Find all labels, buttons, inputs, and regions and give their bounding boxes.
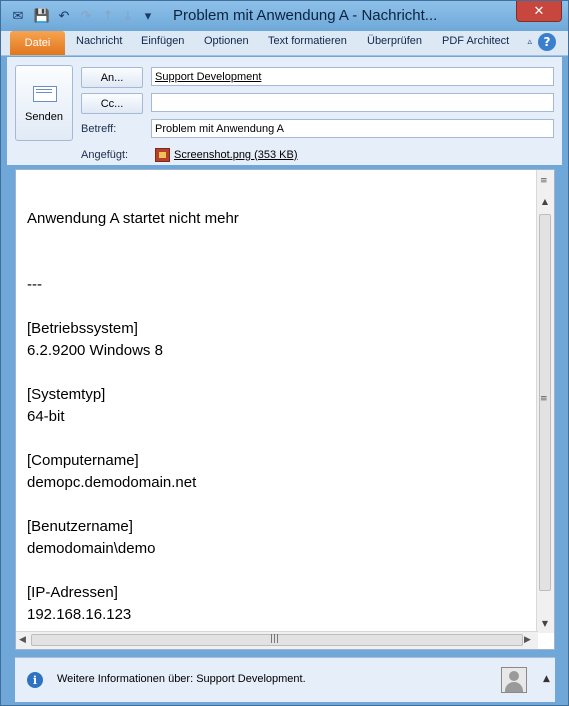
to-recipient[interactable]: Support Development (155, 71, 261, 83)
body-line (27, 428, 532, 450)
message-window: ✉ 💾 ↶ ↷ ↑ ↓ ▾ Problem mit Anwendung A - … (0, 0, 569, 706)
scroll-left-icon[interactable]: ◀ (19, 635, 26, 645)
cc-field[interactable] (151, 93, 554, 112)
tab-review[interactable]: Überprüfen (367, 35, 422, 51)
to-button[interactable]: An... (81, 67, 143, 88)
subject-label: Betreff: (81, 123, 117, 135)
help-icon[interactable]: ? (538, 33, 556, 51)
up-icon[interactable]: ↑ (99, 7, 117, 25)
quick-access-toolbar: ✉ 💾 ↶ ↷ ↑ ↓ ▾ (9, 7, 157, 25)
thumb-grip-icon: ≡ (540, 394, 548, 404)
body-line (27, 230, 532, 252)
attachment-link[interactable]: Screenshot.png (353 KB) (174, 149, 298, 161)
to-field[interactable]: Support Development (151, 67, 554, 86)
redo-icon[interactable]: ↷ (77, 7, 95, 25)
tab-insert[interactable]: Einfügen (141, 35, 184, 51)
undo-icon[interactable]: ↶ (55, 7, 73, 25)
ribbon-tabs: Datei Nachricht Einfügen Optionen Text f… (1, 31, 568, 56)
split-grip-icon[interactable]: ≡ (540, 176, 548, 186)
info-text[interactable]: Weitere Informationen über: Support Deve… (57, 673, 306, 685)
info-icon: i (27, 672, 43, 688)
tab-pdf-architect[interactable]: PDF Architect (442, 35, 509, 51)
body-line (27, 560, 532, 582)
body-line: [IP-Adressen] (27, 584, 118, 601)
customize-icon[interactable]: ▾ (139, 7, 157, 25)
app-icon[interactable]: ✉ (9, 7, 27, 25)
body-line: [Systemtyp] (27, 386, 106, 403)
contact-avatar-icon[interactable] (501, 667, 527, 693)
image-file-icon (155, 147, 170, 162)
subject-field[interactable]: Problem mit Anwendung A (151, 119, 554, 138)
save-icon[interactable]: 💾 (33, 7, 51, 25)
attachment-field: Screenshot.png (353 KB) (151, 145, 554, 164)
send-label: Senden (25, 111, 63, 123)
horizontal-scrollbar[interactable]: ◀ ||| ▶ (16, 631, 538, 649)
title-bar: ✉ 💾 ↶ ↷ ↑ ↓ ▾ Problem mit Anwendung A - … (1, 1, 568, 31)
body-line (27, 362, 532, 384)
tab-options[interactable]: Optionen (204, 35, 249, 51)
body-line: 192.168.16.123 (27, 606, 132, 623)
cc-button[interactable]: Cc... (81, 93, 143, 114)
body-line: [Computername] (27, 452, 139, 469)
tab-file[interactable]: Datei (10, 31, 65, 55)
body-line: Anwendung A startet nicht mehr (27, 210, 239, 227)
minimize-ribbon-icon[interactable]: ▵ (527, 37, 532, 47)
vertical-scrollbar[interactable]: ≡ ▲ ≡ ▼ (536, 170, 554, 633)
scroll-right-icon[interactable]: ▶ (524, 635, 531, 645)
body-line: [Benutzername] (27, 518, 133, 535)
message-header: Senden An... Support Development Cc... B… (7, 57, 562, 165)
body-line (27, 296, 532, 318)
down-icon[interactable]: ↓ (119, 7, 137, 25)
body-line: 64-bit (27, 408, 65, 425)
people-pane-bar: i Weitere Informationen über: Support De… (15, 657, 555, 702)
window-title: Problem mit Anwendung A - Nachricht... (173, 7, 438, 24)
body-line: demopc.demodomain.net (27, 474, 197, 491)
send-button[interactable]: Senden (15, 65, 73, 141)
body-line: [Betriebssystem] (27, 320, 138, 337)
body-line (27, 252, 532, 274)
scroll-up-icon[interactable]: ▲ (539, 194, 551, 208)
body-line: demodomain\demo (27, 540, 156, 557)
tab-format-text[interactable]: Text formatieren (268, 35, 347, 51)
scroll-down-icon[interactable]: ▼ (539, 616, 551, 630)
tab-message[interactable]: Nachricht (76, 35, 122, 51)
send-envelope-icon (33, 86, 57, 102)
close-button[interactable]: ✕ (516, 1, 562, 22)
hthumb-grip-icon: ||| (270, 634, 280, 644)
message-body[interactable]: Anwendung A startet nicht mehr --- [Betr… (15, 169, 555, 650)
expand-people-pane-icon[interactable]: ▲ (543, 674, 550, 684)
body-text[interactable]: Anwendung A startet nicht mehr --- [Betr… (27, 208, 532, 626)
body-line: 6.2.9200 Windows 8 (27, 342, 163, 359)
body-line (27, 494, 532, 516)
attached-label: Angefügt: (81, 149, 129, 161)
body-line: --- (27, 276, 42, 293)
